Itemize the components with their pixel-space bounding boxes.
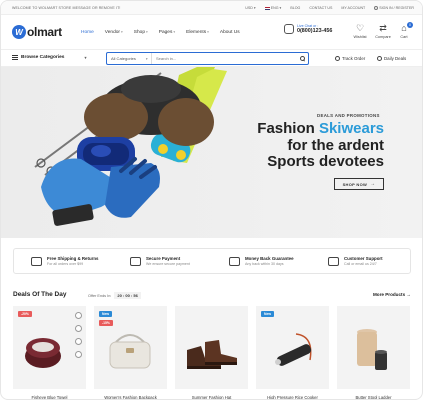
product-name[interactable]: Women's Fashion Backpack	[94, 395, 167, 399]
main-nav: Home Vendor▾ Shop▾ Pages▾ Elements▾ Abou…	[81, 30, 240, 35]
hero-headline: Fashion Skiwears for the ardent Sports d…	[257, 120, 384, 170]
product-image[interactable]: -20%	[13, 306, 86, 389]
arrow-right-icon: →	[370, 181, 376, 187]
chevron-down-icon: ▾	[145, 56, 148, 61]
nav-home[interactable]: Home	[81, 30, 94, 35]
product-image[interactable]: New -15%	[94, 306, 167, 389]
nav-elements[interactable]: Elements▾	[186, 30, 209, 35]
daily-deals-link[interactable]: Daily Deals	[377, 56, 406, 61]
chevron-down-icon: ▾	[84, 55, 87, 60]
feature-payment: Secure Payment We ensure secure payment	[113, 249, 212, 273]
logo-text: olmart	[27, 25, 62, 39]
product-name[interactable]: Fisheye Blue Towel	[13, 395, 86, 399]
search-input[interactable]	[152, 53, 296, 64]
wishlist-button[interactable]: ♡ Wishlist	[348, 23, 372, 40]
track-order-link[interactable]: Track Order	[335, 56, 365, 61]
phone-number: 0(800)123-456	[297, 28, 333, 34]
chevron-down-icon: ▾	[253, 6, 256, 11]
truck-icon	[31, 257, 42, 266]
chevron-down-icon: ▾	[279, 6, 282, 11]
sign-in-link[interactable]: Sign In / Register	[374, 6, 414, 11]
menu-icon	[12, 55, 18, 60]
feature-support: Customer Support Call or email us 24/7	[311, 249, 410, 273]
boots-illustration	[187, 340, 237, 369]
contact-link[interactable]: Contact Us	[309, 6, 332, 10]
browser-frame: Welcome to Wolmart Store message or remo…	[0, 0, 423, 400]
search-icon	[299, 56, 305, 61]
tag-icon	[377, 56, 382, 61]
product-image[interactable]: New	[256, 306, 329, 389]
call-us[interactable]: Live Chat or : 0(800)123-456	[284, 24, 332, 34]
search-category-select[interactable]: All Categories ▾	[107, 53, 152, 64]
currency-selector[interactable]: USD ▾	[245, 6, 255, 10]
towel-illustration	[25, 338, 61, 368]
product-card[interactable]: New -15% Women's Fashion Backpack	[94, 306, 167, 399]
welcome-message: Welcome to Wolmart Store message or remo…	[12, 6, 121, 10]
header: W olmart Home Vendor▾ Shop▾ Pages▾ Eleme…	[1, 15, 422, 49]
product-card[interactable]: Butter Stool Ladder	[337, 306, 410, 399]
location-icon	[335, 56, 340, 61]
nav-vendor[interactable]: Vendor▾	[105, 30, 123, 35]
product-name[interactable]: High Pressure Rice Cooker	[256, 395, 329, 399]
product-name[interactable]: Summer Fashion Hat	[175, 395, 248, 399]
browse-categories-button[interactable]: Browse Categories ▾	[12, 55, 86, 60]
user-icon	[374, 6, 379, 11]
wallet-icon	[130, 257, 141, 266]
deals-title: Deals Of The Day	[13, 291, 67, 298]
more-products-link[interactable]: More Products →	[373, 292, 411, 297]
chevron-down-icon: ▾	[145, 30, 148, 34]
top-bar: Welcome to Wolmart Store message or remo…	[1, 1, 422, 15]
product-card[interactable]: New High Pressure Rice Cooker	[256, 306, 329, 399]
chevron-down-icon: ▾	[173, 30, 176, 34]
language-selector[interactable]: ENG ▾	[264, 6, 282, 11]
chevron-down-icon: ▾	[207, 30, 209, 34]
us-flag-icon	[264, 6, 270, 10]
chat-icon	[284, 24, 294, 34]
product-card[interactable]: Summer Fashion Hat	[175, 306, 248, 399]
product-card[interactable]: -20% Fisheye Blue Towel	[13, 306, 86, 399]
cart-count-badge: 0	[407, 22, 413, 28]
backpack-illustration	[109, 334, 151, 369]
money-icon	[229, 257, 240, 266]
chevron-down-icon: ▾	[121, 30, 123, 34]
blog-link[interactable]: Blog	[290, 6, 300, 10]
nav-shop[interactable]: Shop▾	[134, 30, 148, 35]
feature-money-back: Money Back Guarantee Any back within 30 d…	[212, 249, 311, 273]
logo[interactable]: W olmart	[12, 25, 62, 39]
product-image[interactable]	[175, 306, 248, 389]
account-link[interactable]: My Account	[341, 6, 365, 10]
shop-now-button[interactable]: SHOP NOW →	[334, 178, 384, 190]
hero-eyebrow: DEALS AND PROMOTIONS	[317, 113, 380, 118]
power-bank-illustration	[275, 333, 312, 366]
features-strip: Free Shipping & Returns For all orders ov…	[13, 248, 411, 274]
product-image[interactable]	[337, 306, 410, 389]
deals-header: Deals Of The Day Offer Ends In: 20 : 00 …	[13, 291, 411, 301]
search-bar: All Categories ▾	[106, 52, 309, 65]
nav-about[interactable]: About Us	[220, 30, 240, 35]
search-button[interactable]	[296, 53, 308, 64]
offer-countdown: Offer Ends In: 20 : 00 : 56	[88, 292, 141, 299]
countdown-timer: 20 : 00 : 56	[114, 292, 141, 299]
stool-illustration	[357, 329, 387, 370]
cart-button[interactable]: ⌂ 0 Cart	[392, 22, 416, 39]
compare-icon: ⇄	[379, 23, 387, 33]
product-name[interactable]: Butter Stool Ladder	[337, 395, 410, 399]
nav-pages[interactable]: Pages▾	[159, 30, 175, 35]
chat-icon	[328, 257, 339, 266]
hero-banner: DEALS AND PROMOTIONS Fashion Skiwears fo…	[1, 67, 422, 238]
logo-mark: W	[12, 25, 26, 39]
product-list: -20% Fisheye Blue Towel New -15% Women's…	[13, 306, 411, 399]
category-bar: Browse Categories ▾ All Categories▾ Trac…	[1, 49, 422, 67]
heart-icon: ♡	[355, 23, 365, 33]
feature-shipping: Free Shipping & Returns For all orders ov…	[14, 249, 113, 273]
